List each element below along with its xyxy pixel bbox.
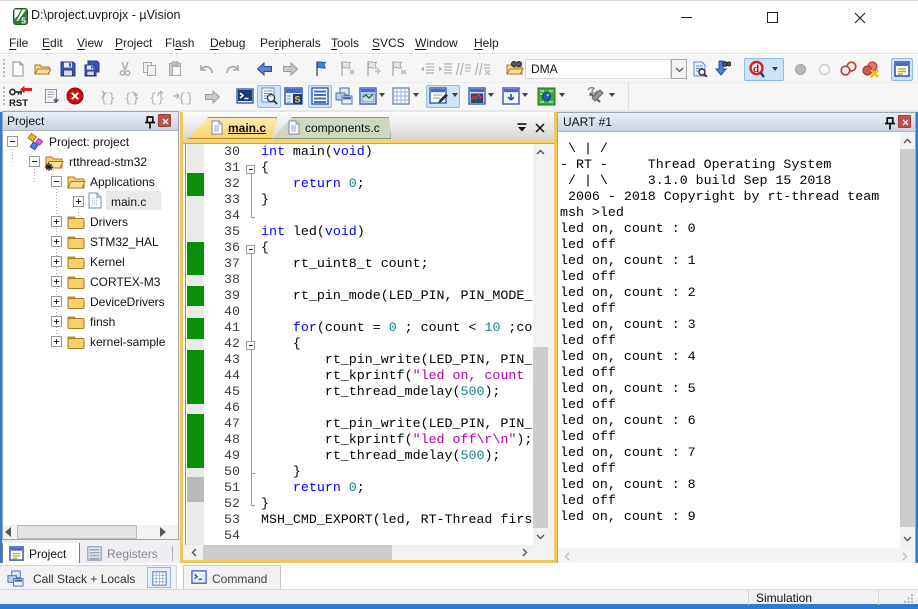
svg-text:S: S [295, 95, 301, 105]
svg-text:d: d [753, 63, 759, 75]
svg-text:{}: {} [124, 91, 140, 105]
svg-text:RST: RST [9, 98, 28, 107]
svg-text:{}: {} [100, 91, 115, 105]
svg-text:{}: {} [178, 91, 191, 105]
svg-text:5: 5 [21, 16, 26, 26]
